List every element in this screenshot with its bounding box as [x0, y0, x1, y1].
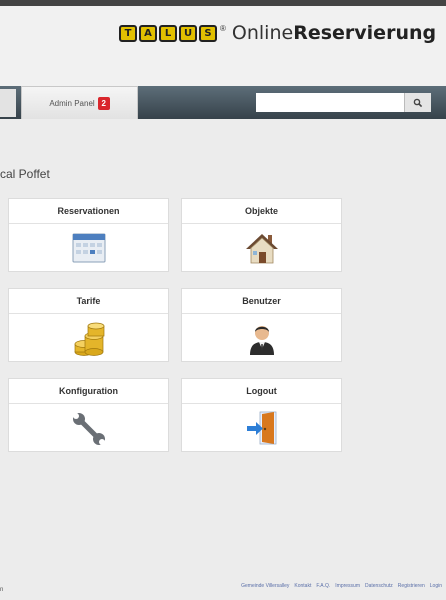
- logo-tiles: T A L U S: [119, 24, 219, 42]
- house-icon: [245, 234, 278, 264]
- tile-reservationen[interactable]: Reservationen: [8, 198, 169, 272]
- tile-label: Tarife: [9, 289, 168, 314]
- footer-link-impressum[interactable]: Impressum: [335, 583, 360, 589]
- nav-left-tab-edge[interactable]: [0, 89, 16, 117]
- tile-konfiguration[interactable]: Konfiguration: [8, 378, 169, 452]
- tile-logout[interactable]: Logout: [181, 378, 342, 452]
- logo-letter: S: [199, 24, 217, 42]
- wrench-icon: [72, 413, 105, 445]
- footer-text: n: [0, 587, 4, 593]
- app-window: T A L U S ® Online Reservierung Admin Pan…: [0, 0, 446, 600]
- tile-label: Reservationen: [9, 199, 168, 224]
- tab-admin-panel[interactable]: Admin Panel 2: [21, 86, 138, 119]
- footer-link-kontakt[interactable]: Kontakt: [294, 583, 311, 589]
- logo-letter: U: [179, 24, 197, 42]
- tile-objekte[interactable]: Objekte: [181, 198, 342, 272]
- search-input[interactable]: [256, 93, 404, 112]
- tile-label: Konfiguration: [9, 379, 168, 404]
- footer-link-registrieren[interactable]: Registrieren: [398, 583, 425, 589]
- calendar-icon: [72, 233, 105, 263]
- header: [0, 6, 446, 86]
- notification-badge: 2: [97, 96, 110, 110]
- brand-name-light: Online: [231, 22, 294, 44]
- tile-benutzer[interactable]: Benutzer: [181, 288, 342, 362]
- tab-admin-panel-label: Admin Panel: [49, 98, 95, 108]
- tile-label: Objekte: [182, 199, 341, 224]
- footer-link-login[interactable]: Login: [430, 583, 442, 589]
- footer-link-datenschutz[interactable]: Datenschutz: [365, 583, 393, 589]
- registered-mark: ®: [220, 23, 226, 33]
- tile-label: Logout: [182, 379, 341, 404]
- search-button[interactable]: [404, 93, 431, 112]
- brand-logo[interactable]: T A L U S ® Online Reservierung: [119, 22, 436, 44]
- user-icon: [249, 326, 274, 355]
- brand-name-bold: Reservierung: [293, 22, 437, 44]
- logo-letter: A: [139, 24, 157, 42]
- coins-icon: [74, 322, 104, 356]
- search-icon: [413, 98, 423, 107]
- logo-letter: L: [159, 24, 177, 42]
- logout-door-icon: [246, 411, 276, 445]
- logo-letter: T: [119, 24, 137, 42]
- tile-tarife[interactable]: Tarife: [8, 288, 169, 362]
- tile-label: Benutzer: [182, 289, 341, 314]
- footer-links: Gemeinde Villersalley Kontakt F.A.Q. Imp…: [241, 583, 442, 589]
- page-title: cal Poffet: [0, 167, 50, 181]
- footer-link-gemeinde[interactable]: Gemeinde Villersalley: [241, 583, 289, 589]
- footer-link-faq[interactable]: F.A.Q.: [316, 583, 330, 589]
